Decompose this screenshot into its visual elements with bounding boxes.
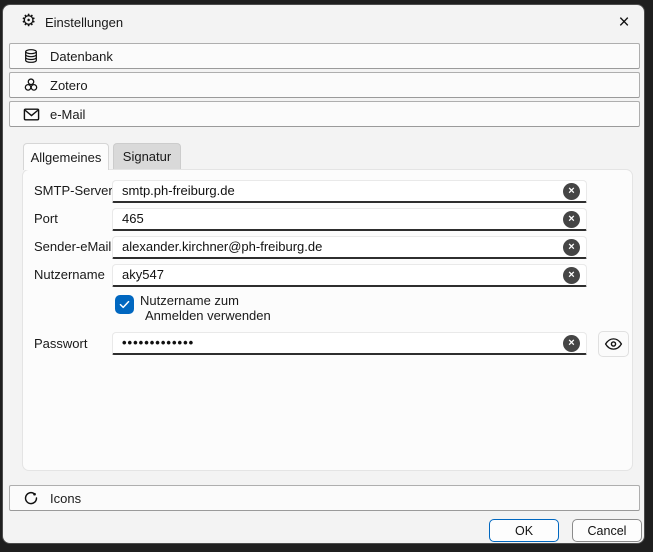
sender-email-field-wrap: × [112, 236, 587, 259]
clear-smtp-server-button[interactable]: × [563, 183, 580, 200]
port-label: Port [34, 211, 58, 226]
section-datenbank-label: Datenbank [50, 49, 113, 64]
show-password-button[interactable] [598, 331, 629, 357]
ok-button[interactable]: OK [489, 519, 559, 542]
sender-email-label: Sender-eMail [34, 239, 111, 254]
check-icon [118, 298, 131, 311]
tab-signatur[interactable]: Signatur [113, 143, 181, 169]
port-field-wrap: × [112, 208, 587, 231]
window-title: Einstellungen [45, 15, 123, 30]
database-icon [22, 47, 40, 65]
section-zotero[interactable]: Zotero [9, 72, 640, 98]
settings-dialog: ⚙ Einstellungen × Datenbank Zotero [2, 4, 645, 544]
email-settings-panel: SMTP-Server × Port × Sender-eMail × Nutz… [22, 169, 633, 471]
password-input[interactable] [112, 332, 587, 355]
sender-email-input[interactable] [112, 236, 587, 259]
section-email-label: e-Mail [50, 107, 85, 122]
mail-icon [22, 105, 40, 123]
gear-icon: ⚙ [21, 12, 36, 30]
clear-username-button[interactable]: × [563, 267, 580, 284]
section-email[interactable]: e-Mail [9, 101, 640, 127]
tab-allgemeines[interactable]: Allgemeines [23, 143, 109, 170]
section-icons[interactable]: Icons [9, 485, 640, 511]
password-field-wrap: × [112, 332, 587, 355]
close-button[interactable]: × [612, 11, 636, 35]
cancel-button[interactable]: Cancel [572, 519, 642, 542]
username-input[interactable] [112, 264, 587, 287]
smtp-server-input[interactable] [112, 180, 587, 203]
clear-sender-email-button[interactable]: × [563, 239, 580, 256]
section-zotero-label: Zotero [50, 78, 88, 93]
section-icons-label: Icons [50, 491, 81, 506]
use-username-checkbox[interactable] [115, 295, 134, 314]
zotero-icon [22, 76, 40, 94]
smtp-server-field-wrap: × [112, 180, 587, 203]
refresh-icon [22, 489, 40, 507]
clear-port-button[interactable]: × [563, 211, 580, 228]
port-input[interactable] [112, 208, 587, 231]
clear-password-button[interactable]: × [563, 335, 580, 352]
username-field-wrap: × [112, 264, 587, 287]
password-label: Passwort [34, 336, 87, 351]
title-bar: ⚙ Einstellungen × [3, 5, 644, 41]
smtp-server-label: SMTP-Server [34, 183, 113, 198]
eye-icon [604, 337, 623, 351]
use-username-checkbox-label: Nutzername zum Anmelden verwenden [140, 293, 271, 323]
username-label: Nutzername [34, 267, 105, 282]
section-datenbank[interactable]: Datenbank [9, 43, 640, 69]
